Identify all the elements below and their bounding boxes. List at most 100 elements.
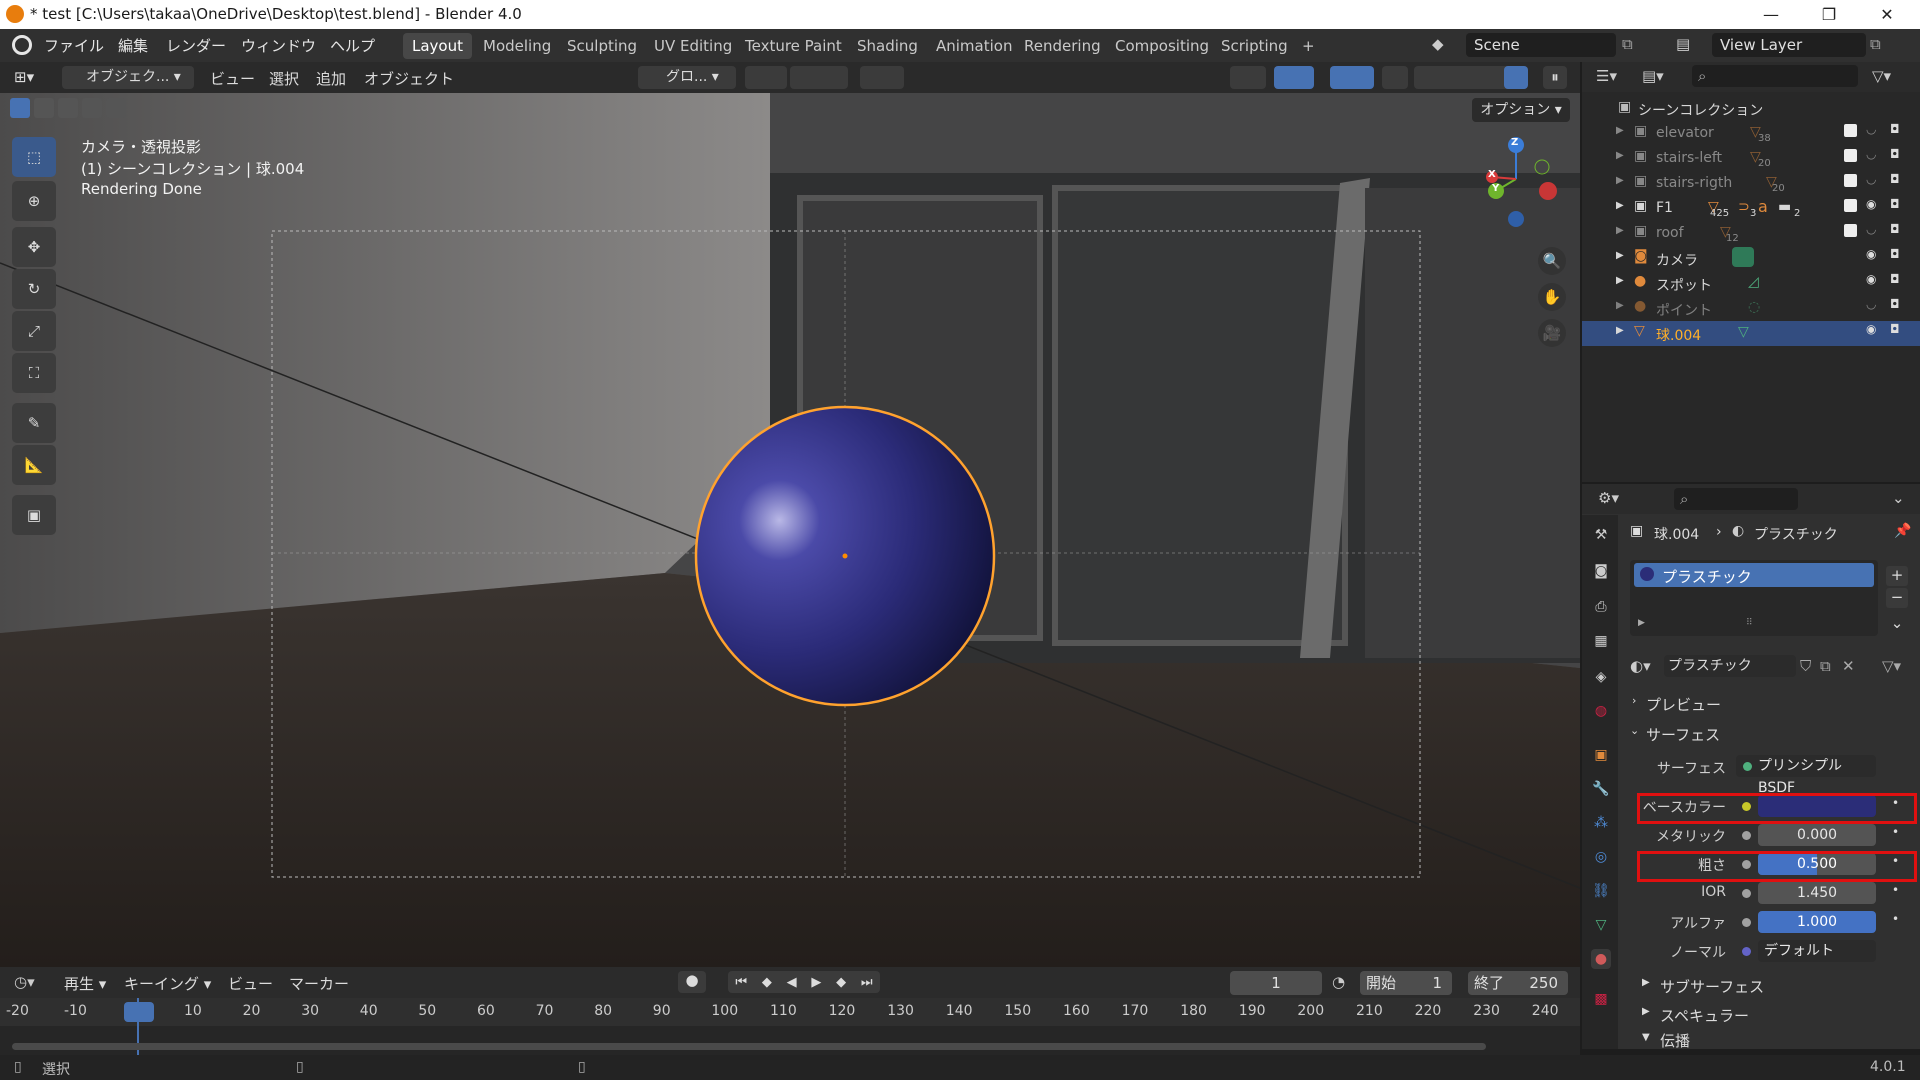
float-socket-icon[interactable]	[1742, 918, 1751, 927]
select-invert-button[interactable]	[82, 98, 102, 118]
render-camera-icon[interactable]: ◘	[1890, 147, 1900, 161]
prev-keyframe-icon[interactable]: ◆	[762, 975, 772, 990]
material-tab-icon[interactable]: ●	[1591, 949, 1611, 969]
zoom-icon[interactable]: 🔍	[1538, 247, 1566, 275]
jump-start-icon[interactable]: ⏮	[735, 975, 747, 990]
playhead-frame-badge[interactable]	[124, 1002, 154, 1022]
render-camera-icon[interactable]: ◘	[1890, 197, 1900, 211]
hide-eye-icon[interactable]: ◡	[1866, 122, 1876, 136]
rotate-tool[interactable]: ↻	[12, 269, 56, 309]
expand-arrow-icon[interactable]: ▶	[1616, 175, 1624, 186]
menu-timeline-view[interactable]: ビュー	[228, 973, 273, 994]
hide-eye-icon[interactable]: ◡	[1866, 147, 1876, 161]
specular-panel-header[interactable]: ▶ スペキュラー	[1638, 1003, 1916, 1025]
world-tab-icon[interactable]: ◍	[1591, 701, 1611, 721]
jump-end-icon[interactable]: ⏭	[861, 975, 873, 990]
expand-arrow-icon[interactable]: ▶	[1616, 250, 1624, 261]
expand-arrow-icon[interactable]: ▶	[1616, 225, 1624, 236]
menu-edit[interactable]: 編集	[118, 35, 148, 56]
tab-texture-paint[interactable]: Texture Paint	[736, 33, 851, 59]
ior-field[interactable]: 1.450	[1758, 882, 1876, 904]
render-tab-icon[interactable]: ◙	[1591, 561, 1611, 581]
alpha-slider[interactable]: 1.000	[1758, 911, 1876, 933]
snap-toggle[interactable]	[790, 66, 848, 89]
display-mode-icon[interactable]: ▤▾	[1642, 67, 1664, 85]
timeline-editor-icon[interactable]: ◷▾	[14, 973, 35, 991]
expand-arrow-icon[interactable]: ▶	[1616, 325, 1624, 336]
tab-layout[interactable]: Layout	[403, 33, 472, 59]
mode-dropdown[interactable]: オブジェク... ▾	[62, 66, 194, 89]
texture-tab-icon[interactable]: ▩	[1591, 989, 1611, 1009]
eye-icon[interactable]: ◉	[1866, 272, 1876, 286]
end-frame-field[interactable]: 終了 250	[1468, 971, 1568, 995]
visibility-dropdown[interactable]	[1230, 66, 1266, 89]
render-camera-icon[interactable]: ◘	[1890, 272, 1900, 286]
overlay-toggle[interactable]	[1330, 66, 1374, 89]
menu-marker[interactable]: マーカー	[289, 973, 349, 994]
float-socket-icon[interactable]	[1742, 831, 1751, 840]
rendered-shading-button[interactable]	[1504, 66, 1528, 89]
measure-tool[interactable]: 📐	[12, 445, 56, 485]
tab-sculpting[interactable]: Sculpting	[558, 33, 646, 59]
pivot-dropdown[interactable]	[745, 66, 787, 89]
hide-eye-icon[interactable]: ◡	[1866, 222, 1876, 236]
expand-arrow-icon[interactable]: ▶	[1616, 275, 1624, 286]
add-cube-tool[interactable]: ▣	[12, 495, 56, 535]
maximize-button[interactable]: ❐	[1806, 0, 1852, 29]
constraints-tab-icon[interactable]: ⛓	[1591, 881, 1611, 901]
transmission-panel-header[interactable]: ▼ 伝播	[1638, 1030, 1916, 1049]
shading-mode-buttons[interactable]	[1414, 66, 1528, 89]
menu-render[interactable]: レンダー	[166, 35, 226, 56]
unlink-close-icon[interactable]: ✕	[1842, 657, 1855, 675]
material-name-field[interactable]: プラスチック	[1664, 655, 1796, 677]
tab-modeling[interactable]: Modeling	[474, 33, 560, 59]
outliner-root[interactable]: ▣ シーンコレクション	[1582, 96, 1920, 121]
resize-handle-icon[interactable]: ⠿	[1746, 618, 1753, 628]
fake-user-shield-icon[interactable]: ⛉	[1800, 657, 1811, 675]
cursor-tool[interactable]: ⊕	[12, 181, 56, 221]
render-camera-icon[interactable]: ◘	[1890, 247, 1900, 261]
include-checkbox[interactable]	[1844, 174, 1857, 187]
tab-rendering[interactable]: Rendering	[1015, 33, 1110, 59]
output-tab-icon[interactable]: ⎙	[1591, 597, 1611, 617]
properties-editor-icon[interactable]: ⚙▾	[1598, 489, 1619, 507]
close-button[interactable]: ✕	[1864, 0, 1910, 29]
stopwatch-icon[interactable]: ◔	[1332, 973, 1345, 991]
new-view-layer-icon[interactable]: ⧉	[1870, 35, 1881, 53]
annotate-tool[interactable]: ✎	[12, 403, 56, 443]
hide-eye-icon[interactable]: ◡	[1866, 172, 1876, 186]
select-new-button[interactable]	[10, 98, 30, 118]
view-layer-field[interactable]: View Layer	[1712, 33, 1866, 57]
slot-menu-icon[interactable]: ⌄	[1886, 614, 1908, 634]
keyframe-dot-icon[interactable]: •	[1892, 912, 1899, 926]
view-layer-icon[interactable]: ▤	[1676, 35, 1690, 53]
menu-view[interactable]: ビュー	[210, 68, 255, 89]
data-tab-icon[interactable]: ▽	[1591, 915, 1611, 935]
select-extend-button[interactable]	[34, 98, 54, 118]
render-camera-icon[interactable]: ◘	[1890, 122, 1900, 136]
properties-search-input[interactable]: ⌕	[1674, 488, 1798, 510]
menu-keying[interactable]: キーイング ▾	[124, 973, 211, 994]
scene-icon[interactable]: ◆	[1432, 35, 1454, 55]
expand-arrow-icon[interactable]: ▶	[1616, 125, 1624, 136]
expand-arrow-icon[interactable]: ▶	[1638, 618, 1645, 628]
subsurface-panel-header[interactable]: ▶ サブサーフェス	[1638, 974, 1916, 996]
chevron-down-icon[interactable]: ⌄	[1892, 489, 1905, 507]
menu-object[interactable]: オブジェクト	[364, 68, 454, 89]
gizmo-toggle[interactable]	[1274, 66, 1314, 89]
start-frame-field[interactable]: 開始 1	[1360, 971, 1452, 995]
object-tab-icon[interactable]: ▣	[1591, 745, 1611, 765]
include-checkbox[interactable]	[1844, 224, 1857, 237]
menu-file[interactable]: ファイル	[44, 35, 104, 56]
frame-ruler[interactable]: -20-101102030405060708090100110120130140…	[0, 998, 1580, 1026]
record-button[interactable]: ●	[678, 971, 706, 993]
orientation-dropdown[interactable]: グロ... ▾	[638, 66, 736, 89]
vector-socket-icon[interactable]	[1742, 947, 1751, 956]
menu-window[interactable]: ウィンドウ	[241, 35, 316, 56]
tab-animation[interactable]: Animation	[927, 33, 1021, 59]
expand-arrow-icon[interactable]: ▶	[1616, 150, 1624, 161]
render-camera-icon[interactable]: ◘	[1890, 322, 1900, 336]
add-workspace-button[interactable]: +	[1293, 33, 1324, 59]
current-frame-field[interactable]: 1	[1230, 971, 1322, 995]
modifier-tab-icon[interactable]: 🔧	[1591, 779, 1611, 799]
